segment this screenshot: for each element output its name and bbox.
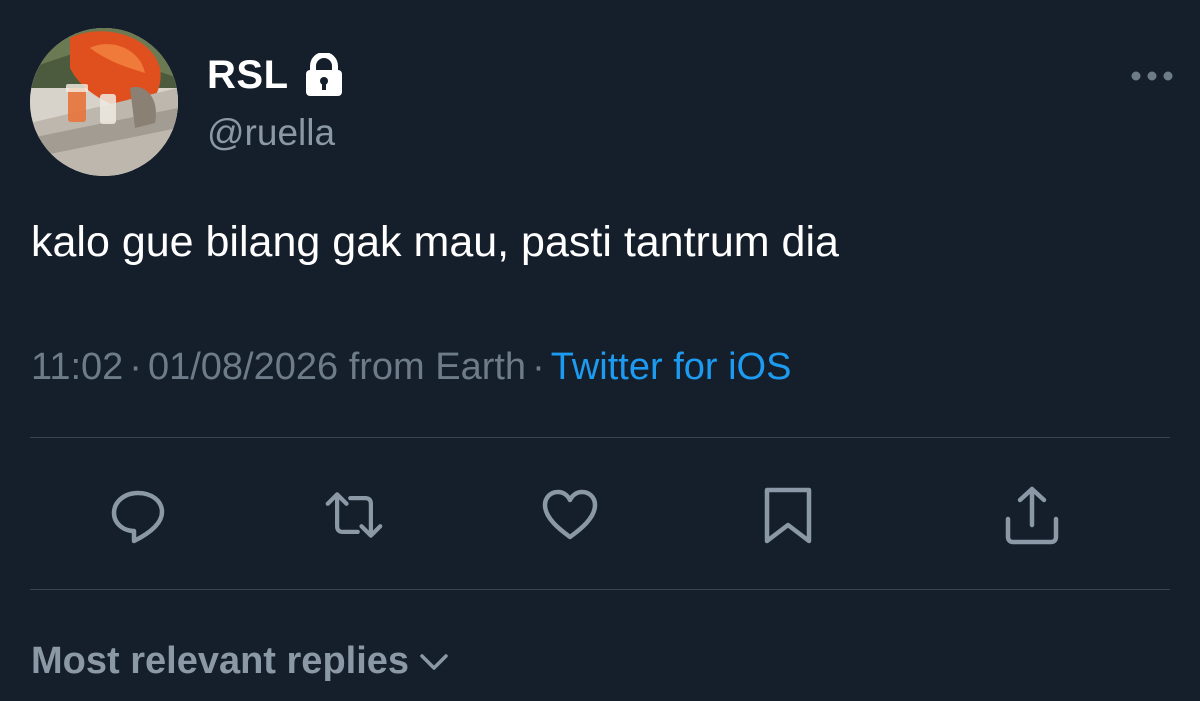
divider-bottom bbox=[30, 589, 1170, 590]
share-button[interactable] bbox=[1000, 483, 1064, 547]
avatar-photo bbox=[30, 28, 178, 176]
action-bar bbox=[0, 483, 1200, 547]
like-button[interactable] bbox=[538, 483, 602, 547]
tweet-text: kalo gue bilang gak mau, pasti tantrum d… bbox=[31, 218, 839, 266]
chevron-down-icon bbox=[420, 653, 448, 670]
replies-sort-label: Most relevant replies bbox=[31, 640, 410, 682]
tweet-date: 01/08/2026 bbox=[147, 346, 339, 388]
meta-separator-2: · bbox=[532, 346, 545, 388]
tweet-time: 11:02 bbox=[31, 346, 124, 388]
retweet-button[interactable] bbox=[322, 483, 386, 547]
more-horizontal-icon[interactable] bbox=[1130, 64, 1174, 88]
reply-button[interactable] bbox=[106, 483, 170, 547]
retweet-icon bbox=[325, 492, 383, 538]
bookmark-icon bbox=[764, 487, 812, 544]
user-handle[interactable]: @ruella bbox=[207, 112, 335, 154]
lock-icon bbox=[303, 52, 345, 97]
bookmark-button[interactable] bbox=[756, 483, 820, 547]
tweet-location: from Earth bbox=[348, 346, 527, 388]
reply-bubble-icon bbox=[111, 490, 165, 544]
meta-separator: · bbox=[129, 346, 142, 388]
heart-icon bbox=[542, 489, 598, 540]
share-icon bbox=[1005, 486, 1059, 545]
tweet-detail: RSL @ruella kalo gue bilang gak mau, pas… bbox=[0, 0, 1200, 701]
avatar[interactable] bbox=[30, 28, 178, 176]
replies-sort-dropdown[interactable]: Most relevant replies bbox=[31, 640, 449, 683]
author-name-row: RSL bbox=[207, 50, 345, 100]
tweet-meta: 11:02 · 01/08/2026 from Earth · Twitter for … bbox=[31, 346, 791, 389]
divider-top bbox=[30, 437, 1170, 438]
tweet-source-link[interactable]: Twitter for iOS bbox=[551, 346, 792, 388]
display-name[interactable]: RSL bbox=[207, 53, 289, 98]
